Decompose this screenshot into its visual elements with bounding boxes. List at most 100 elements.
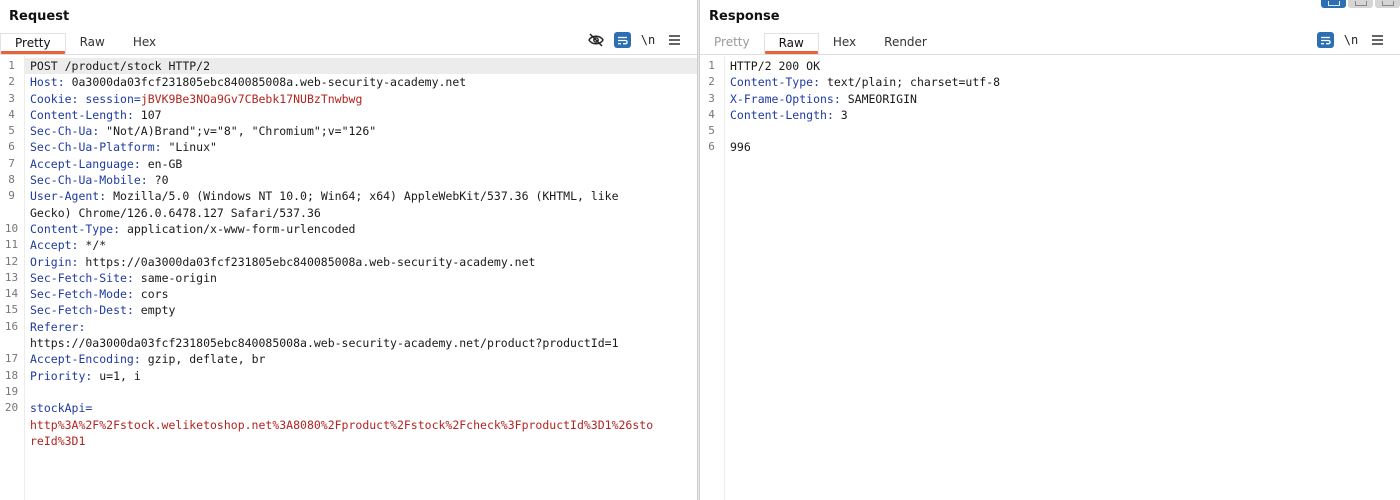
- request-editor[interactable]: 1 POST /product/stock HTTP/2 2 Host: 0a300…: [0, 56, 697, 500]
- header-value-continuation: Gecko) Chrome/126.0.6478.127 Safari/537.…: [30, 205, 321, 220]
- header-value: text/plain; charset=utf-8: [826, 75, 1001, 90]
- tab-hex[interactable]: Hex: [819, 33, 870, 54]
- layout-stacked-button[interactable]: [1348, 0, 1373, 8]
- response-lines: 1 HTTP/2 200 OK 2 Content-Type: text/plain…: [700, 58, 1400, 156]
- response-tabs: Pretty Raw Hex Render: [700, 33, 941, 55]
- layout-side-by-side-button[interactable]: [1321, 0, 1346, 8]
- header-name: Sec-Ch-Ua: [30, 124, 93, 139]
- header-value-continuation: https://0a3000da03fcf231805ebc840085008a…: [30, 336, 619, 351]
- header-name: Sec-Fetch-Mode: [30, 287, 127, 302]
- header-name: Sec-Ch-Ua-Mobile: [30, 173, 141, 188]
- header-value: 0a3000da03fcf231805ebc840085008a.web-sec…: [71, 75, 467, 90]
- cookie-value: jBVK9Be3NOa9Gv7CBebk17NUBzTnwbwg: [140, 91, 363, 106]
- request-line: 4 Content-Length: 107: [8, 107, 162, 122]
- header-name: X-Frame-Options: [730, 91, 834, 106]
- header-name: Sec-Fetch-Site: [30, 270, 127, 285]
- header-name: Accept: [30, 238, 72, 253]
- eye-slash-icon[interactable]: [583, 31, 609, 49]
- request-line-continuation: reId%3D1: [0, 433, 697, 449]
- request-pane: Request Pretty Raw Hex \n 1 POST /product…: [0, 0, 697, 500]
- request-line: 15 Sec-Fetch-Dest: empty: [4, 303, 176, 318]
- response-toolbar: \n: [1312, 31, 1390, 49]
- response-line: 5: [708, 124, 715, 138]
- response-title: Response: [709, 9, 780, 24]
- header-value: gzip, deflate, br: [147, 352, 266, 367]
- newline-icon[interactable]: \n: [1338, 31, 1364, 49]
- request-line: 14 Sec-Fetch-Mode: cors: [4, 287, 169, 302]
- tab-raw[interactable]: Raw: [763, 33, 819, 54]
- wrap-text-icon[interactable]: [1312, 31, 1338, 49]
- request-tabs: Pretty Raw Hex: [0, 33, 170, 55]
- tab-separator: [700, 54, 1400, 55]
- header-name: Sec-Ch-Ua-Platform: [30, 140, 155, 155]
- menu-icon[interactable]: [1364, 31, 1390, 49]
- header-value: Mozilla/5.0 (Windows NT 10.0; Win64; x64…: [113, 189, 619, 204]
- param-value: http%3A%2F%2Fstock.weliketoshop.net%3A80…: [30, 417, 654, 432]
- param-name: stockApi: [30, 401, 86, 416]
- header-name: User-Agent: [30, 189, 100, 204]
- newline-icon[interactable]: \n: [635, 31, 661, 49]
- header-name: Content-Length: [730, 107, 827, 122]
- header-value: 107: [140, 107, 162, 122]
- request-line: 12 Origin: https://0a3000da03fcf231805ebc…: [4, 254, 536, 269]
- header-name: Priority: [30, 368, 86, 383]
- header-value: application/x-www-form-urlencoded: [126, 221, 356, 236]
- header-value: en-GB: [147, 156, 183, 171]
- header-name: Host: [30, 75, 58, 90]
- request-line-continuation: http%3A%2F%2Fstock.weliketoshop.net%3A80…: [0, 417, 697, 433]
- cookie-name: session: [85, 91, 134, 106]
- request-line: 16 Referer:: [4, 319, 86, 334]
- request-line: 5 Sec-Ch-Ua: "Not/A)Brand";v="8", "Chromi…: [8, 124, 377, 139]
- request-lines: 1 POST /product/stock HTTP/2 2 Host: 0a300…: [0, 58, 697, 449]
- request-line: 2 Host: 0a3000da03fcf231805ebc840085008a.…: [8, 75, 467, 90]
- wrap-text-icon[interactable]: [609, 31, 635, 49]
- header-name: Accept-Language: [30, 156, 134, 171]
- header-value: u=1, i: [99, 368, 141, 383]
- layout-toggle: [1321, 0, 1400, 8]
- tab-hex[interactable]: Hex: [119, 33, 170, 54]
- header-name: Accept-Encoding: [30, 352, 134, 367]
- tab-raw[interactable]: Raw: [66, 33, 119, 54]
- request-line: 1 POST /product/stock HTTP/2: [0, 58, 697, 75]
- header-value: empty: [140, 303, 176, 318]
- header-value: cors: [140, 287, 169, 302]
- header-name: Content-Type: [30, 221, 114, 236]
- response-line: 3 X-Frame-Options: SAMEORIGIN: [708, 91, 917, 106]
- header-value: ?0: [154, 173, 169, 188]
- request-line-continuation: Gecko) Chrome/126.0.6478.127 Safari/537.…: [0, 205, 697, 221]
- header-value: "Not/A)Brand";v="8", "Chromium";v="126": [106, 124, 377, 139]
- header-name: Referer: [30, 319, 79, 334]
- tab-pretty[interactable]: Pretty: [0, 33, 66, 54]
- header-value: */*: [85, 238, 107, 253]
- request-line: 6 Sec-Ch-Ua-Platform: "Linux": [8, 140, 217, 155]
- response-editor[interactable]: 1 HTTP/2 200 OK 2 Content-Type: text/plain…: [700, 56, 1400, 500]
- request-title: Request: [9, 9, 70, 24]
- request-line: 13 Sec-Fetch-Site: same-origin: [4, 270, 217, 285]
- layout-single-button[interactable]: [1375, 0, 1400, 8]
- tab-pretty[interactable]: Pretty: [700, 33, 764, 54]
- request-line: 10 Content-Type: application/x-www-form-u…: [4, 221, 356, 236]
- request-line: 17 Accept-Encoding: gzip, deflate, br: [4, 352, 266, 367]
- header-value: "Linux": [168, 140, 217, 155]
- menu-icon[interactable]: [661, 31, 687, 49]
- header-name: Sec-Fetch-Dest: [30, 303, 127, 318]
- response-body: 996: [730, 140, 751, 155]
- request-line: 18 Priority: u=1, i: [4, 368, 141, 383]
- header-value: SAMEORIGIN: [847, 91, 917, 106]
- request-line: 3 Cookie: session=jBVK9Be3NOa9Gv7CBebk17N…: [8, 91, 363, 106]
- tab-separator: [0, 54, 697, 55]
- response-line: 4 Content-Length: 3: [708, 107, 848, 122]
- response-line: 1 HTTP/2 200 OK: [708, 59, 821, 73]
- request-line: 9 User-Agent: Mozilla/5.0 (Windows NT 10.…: [8, 189, 619, 204]
- tab-render[interactable]: Render: [870, 33, 941, 54]
- response-line: 6 996: [700, 139, 1400, 155]
- header-value: 3: [840, 107, 848, 122]
- header-name: Cookie: [30, 91, 72, 106]
- request-line: 7 Accept-Language: en-GB: [8, 156, 183, 171]
- header-name: Content-Type: [730, 75, 814, 90]
- request-line-continuation: https://0a3000da03fcf231805ebc840085008a…: [0, 335, 697, 351]
- header-value: https://0a3000da03fcf231805ebc840085008a…: [85, 254, 536, 269]
- header-name: Content-Length: [30, 107, 127, 122]
- header-value: same-origin: [140, 270, 217, 285]
- request-line: 8 Sec-Ch-Ua-Mobile: ?0: [8, 173, 169, 188]
